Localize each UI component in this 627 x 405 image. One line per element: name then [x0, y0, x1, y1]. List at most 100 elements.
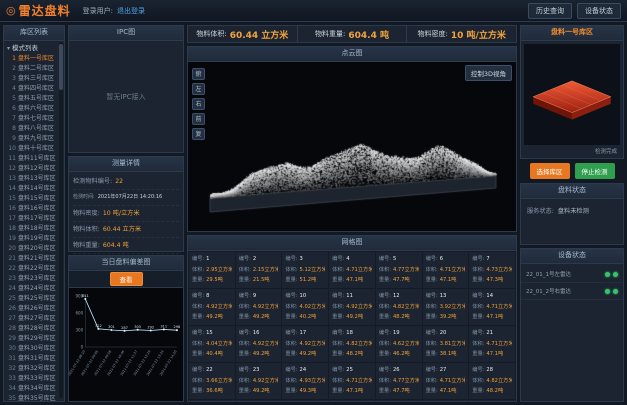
area-item-label: 盘料28号库区 [18, 324, 56, 334]
area-list-item[interactable]: 32 盘料32号库区 [7, 364, 58, 374]
grid-cell[interactable]: 编号:4 体积:4.71立方米 重量:47.1吨 [329, 252, 375, 288]
warehouse-3d-model[interactable] [528, 66, 616, 124]
grid-cell[interactable]: 编号:35 体积:1.20立方米 重量:12.0吨 [469, 400, 515, 401]
grid-cell[interactable]: 编号:29 体积:1.97立方米 重量:19.7吨 [189, 400, 235, 401]
area-list-item[interactable]: 22 盘料22号库区 [7, 264, 58, 274]
grid-weight-label: 重量: [379, 275, 391, 286]
area-list-item[interactable]: 21 盘料21号库区 [7, 254, 58, 264]
logout-link[interactable]: 退出登录 [117, 6, 145, 16]
scrollbar-thumb[interactable] [59, 44, 63, 90]
svg-text:292: 292 [147, 325, 154, 329]
control-3d-button[interactable]: 控制3D视角 [465, 65, 512, 81]
device-status-button[interactable]: 设备状态 [577, 3, 621, 19]
grid-cell[interactable]: 编号:28 体积:4.82立方米 重量:48.2吨 [469, 363, 515, 399]
grid-cell-no-row: 编号:19 [379, 328, 419, 339]
view-preset-button[interactable]: 左 [192, 83, 205, 95]
device-rows: 22_01_1号左雷达 22_01_2号右雷达 [521, 264, 623, 302]
area-list-item[interactable]: 19 盘料19号库区 [7, 234, 58, 244]
grid-cell[interactable]: 编号:16 体积:4.92立方米 重量:49.2吨 [236, 326, 282, 362]
area-list-item[interactable]: 12 盘料12号库区 [7, 164, 58, 174]
grid-cell[interactable]: 编号:23 体积:4.92立方米 重量:49.2吨 [236, 363, 282, 399]
area-list-item[interactable]: 35 盘料35号库区 [7, 394, 58, 401]
grid-cell[interactable]: 编号:12 体积:4.82立方米 重量:48.2吨 [376, 289, 422, 325]
area-list-item[interactable]: 16 盘料16号库区 [7, 204, 58, 214]
grid-cell[interactable]: 编号:11 体积:4.92立方米 重量:49.2吨 [329, 289, 375, 325]
grid-no-value: 6 [440, 254, 443, 265]
view-preset-button[interactable]: 俯 [192, 68, 205, 80]
area-list-item[interactable]: 11 盘料11号库区 [7, 154, 58, 164]
tree-root-node[interactable]: ▾模式列表 [7, 43, 58, 54]
area-list-item[interactable]: 26 盘料26号库区 [7, 304, 58, 314]
pointcloud-canvas[interactable] [202, 70, 502, 222]
area-list-item[interactable]: 18 盘料18号库区 [7, 224, 58, 234]
grid-cell[interactable]: 编号:18 体积:4.82立方米 重量:48.2吨 [329, 326, 375, 362]
grid-cell[interactable]: 编号:21 体积:4.71立方米 重量:47.1吨 [469, 326, 515, 362]
grid-cell[interactable]: 编号:31 体积:2.35立方米 重量:23.5吨 [282, 400, 328, 401]
area-list-item[interactable]: 30 盘料30号库区 [7, 344, 58, 354]
grid-cell[interactable]: 编号:24 体积:4.93立方米 重量:49.3吨 [282, 363, 328, 399]
area-list-item[interactable]: 23 盘料23号库区 [7, 274, 58, 284]
select-area-button[interactable]: 选择库区 [530, 163, 570, 179]
area-list-item[interactable]: 6 盘料六号库区 [7, 104, 58, 114]
history-query-button[interactable]: 历史查询 [528, 3, 572, 19]
grid-volume-label: 体积: [192, 302, 204, 313]
grid-cell[interactable]: 编号:8 体积:4.92立方米 重量:49.2吨 [189, 289, 235, 325]
area-list-scrollbar[interactable] [59, 42, 63, 398]
device-row[interactable]: 22_01_1号左雷达 [521, 266, 623, 283]
grid-cell[interactable]: 编号:14 体积:4.71立方米 重量:47.1吨 [469, 289, 515, 325]
grid-volume-label: 体积: [426, 265, 438, 276]
area-list-item[interactable]: 25 盘料25号库区 [7, 294, 58, 304]
grid-cell[interactable]: 编号:10 体积:4.02立方米 重量:40.2吨 [282, 289, 328, 325]
grid-cell[interactable]: 编号:20 体积:3.81立方米 重量:38.1吨 [423, 326, 469, 362]
grid-cell[interactable]: 编号:1 体积:2.95立方米 重量:29.5吨 [189, 252, 235, 288]
area-list-item[interactable]: 2 盘料二号库区 [7, 64, 58, 74]
area-list-item[interactable]: 27 盘料27号库区 [7, 314, 58, 324]
grid-cell[interactable]: 编号:34 体积:1.52立方米 重量:15.2吨 [423, 400, 469, 401]
grid-cell[interactable]: 编号:19 体积:4.62立方米 重量:46.2吨 [376, 326, 422, 362]
view-preset-button[interactable]: 右 [192, 98, 205, 110]
grid-cell[interactable]: 编号:17 体积:4.92立方米 重量:49.2吨 [282, 326, 328, 362]
area-list-item[interactable]: 20 盘料20号库区 [7, 244, 58, 254]
area-list-item[interactable]: 33 盘料33号库区 [7, 374, 58, 384]
grid-cell[interactable]: 编号:22 体积:3.66立方米 重量:36.6吨 [189, 363, 235, 399]
grid-cell[interactable]: 编号:3 体积:5.12立方米 重量:51.2吨 [282, 252, 328, 288]
grid-cell[interactable]: 编号:30 体积:3.85立方米 重量:38.5吨 [236, 400, 282, 401]
grid-cell[interactable]: 编号:26 体积:4.77立方米 重量:47.7吨 [376, 363, 422, 399]
grid-cell[interactable]: 编号:7 体积:4.73立方米 重量:47.3吨 [469, 252, 515, 288]
grid-cell[interactable]: 编号:15 体积:4.04立方米 重量:40.4吨 [189, 326, 235, 362]
area-list-item[interactable]: 28 盘料28号库区 [7, 324, 58, 334]
grid-cell[interactable]: 编号:33 体积:3.05立方米 重量:30.5吨 [376, 400, 422, 401]
grid-cell[interactable]: 编号:13 体积:3.92立方米 重量:39.2吨 [423, 289, 469, 325]
area-list-item[interactable]: 13 盘料13号库区 [7, 174, 58, 184]
area-list-item[interactable]: 7 盘料七号库区 [7, 114, 58, 124]
grid-cell-volume-row: 体积:4.92立方米 [285, 339, 325, 350]
grid-cell[interactable]: 编号:27 体积:4.71立方米 重量:47.1吨 [423, 363, 469, 399]
area-list-item[interactable]: 8 盘料八号库区 [7, 124, 58, 134]
stop-detect-button[interactable]: 停止检测 [575, 163, 615, 179]
device-row[interactable]: 22_01_2号右雷达 [521, 283, 623, 300]
area-list-item[interactable]: 10 盘料十号库区 [7, 144, 58, 154]
grid-cell[interactable]: 编号:5 体积:4.77立方米 重量:47.7吨 [376, 252, 422, 288]
view-deviation-button[interactable]: 查看 [110, 272, 143, 286]
area-list-item[interactable]: 5 盘料五号库区 [7, 94, 58, 104]
area-list-item[interactable]: 4 盘料四号库区 [7, 84, 58, 94]
grid-no-label: 编号: [332, 365, 344, 376]
grid-cell[interactable]: 编号:25 体积:4.71立方米 重量:47.1吨 [329, 363, 375, 399]
area-list-item[interactable]: 17 盘料17号库区 [7, 214, 58, 224]
area-list-item[interactable]: 15 盘料15号库区 [7, 194, 58, 204]
grid-cell[interactable]: 编号:32 体积:2.91立方米 重量:29.1吨 [329, 400, 375, 401]
area-list-item[interactable]: 24 盘料24号库区 [7, 284, 58, 294]
grid-cell[interactable]: 编号:2 体积:2.15立方米 重量:21.5吨 [236, 252, 282, 288]
area-list-item[interactable]: 3 盘料三号库区 [7, 74, 58, 84]
area-list-item[interactable]: 9 盘料九号库区 [7, 134, 58, 144]
grid-cell[interactable]: 编号:9 体积:4.92立方米 重量:49.2吨 [236, 289, 282, 325]
area-list-item[interactable]: 29 盘料29号库区 [7, 334, 58, 344]
area-list-item[interactable]: 1 盘料一号库区 [7, 54, 58, 64]
view-preset-button[interactable]: 复 [192, 128, 205, 140]
area-list-item[interactable]: 14 盘料14号库区 [7, 184, 58, 194]
area-list-item[interactable]: 31 盘料31号库区 [7, 354, 58, 364]
area-list-item[interactable]: 34 盘料34号库区 [7, 384, 58, 394]
view-preset-button[interactable]: 前 [192, 113, 205, 125]
grid-weight-value: 48.2吨 [486, 386, 503, 397]
grid-cell[interactable]: 编号:6 体积:4.71立方米 重量:47.1吨 [423, 252, 469, 288]
